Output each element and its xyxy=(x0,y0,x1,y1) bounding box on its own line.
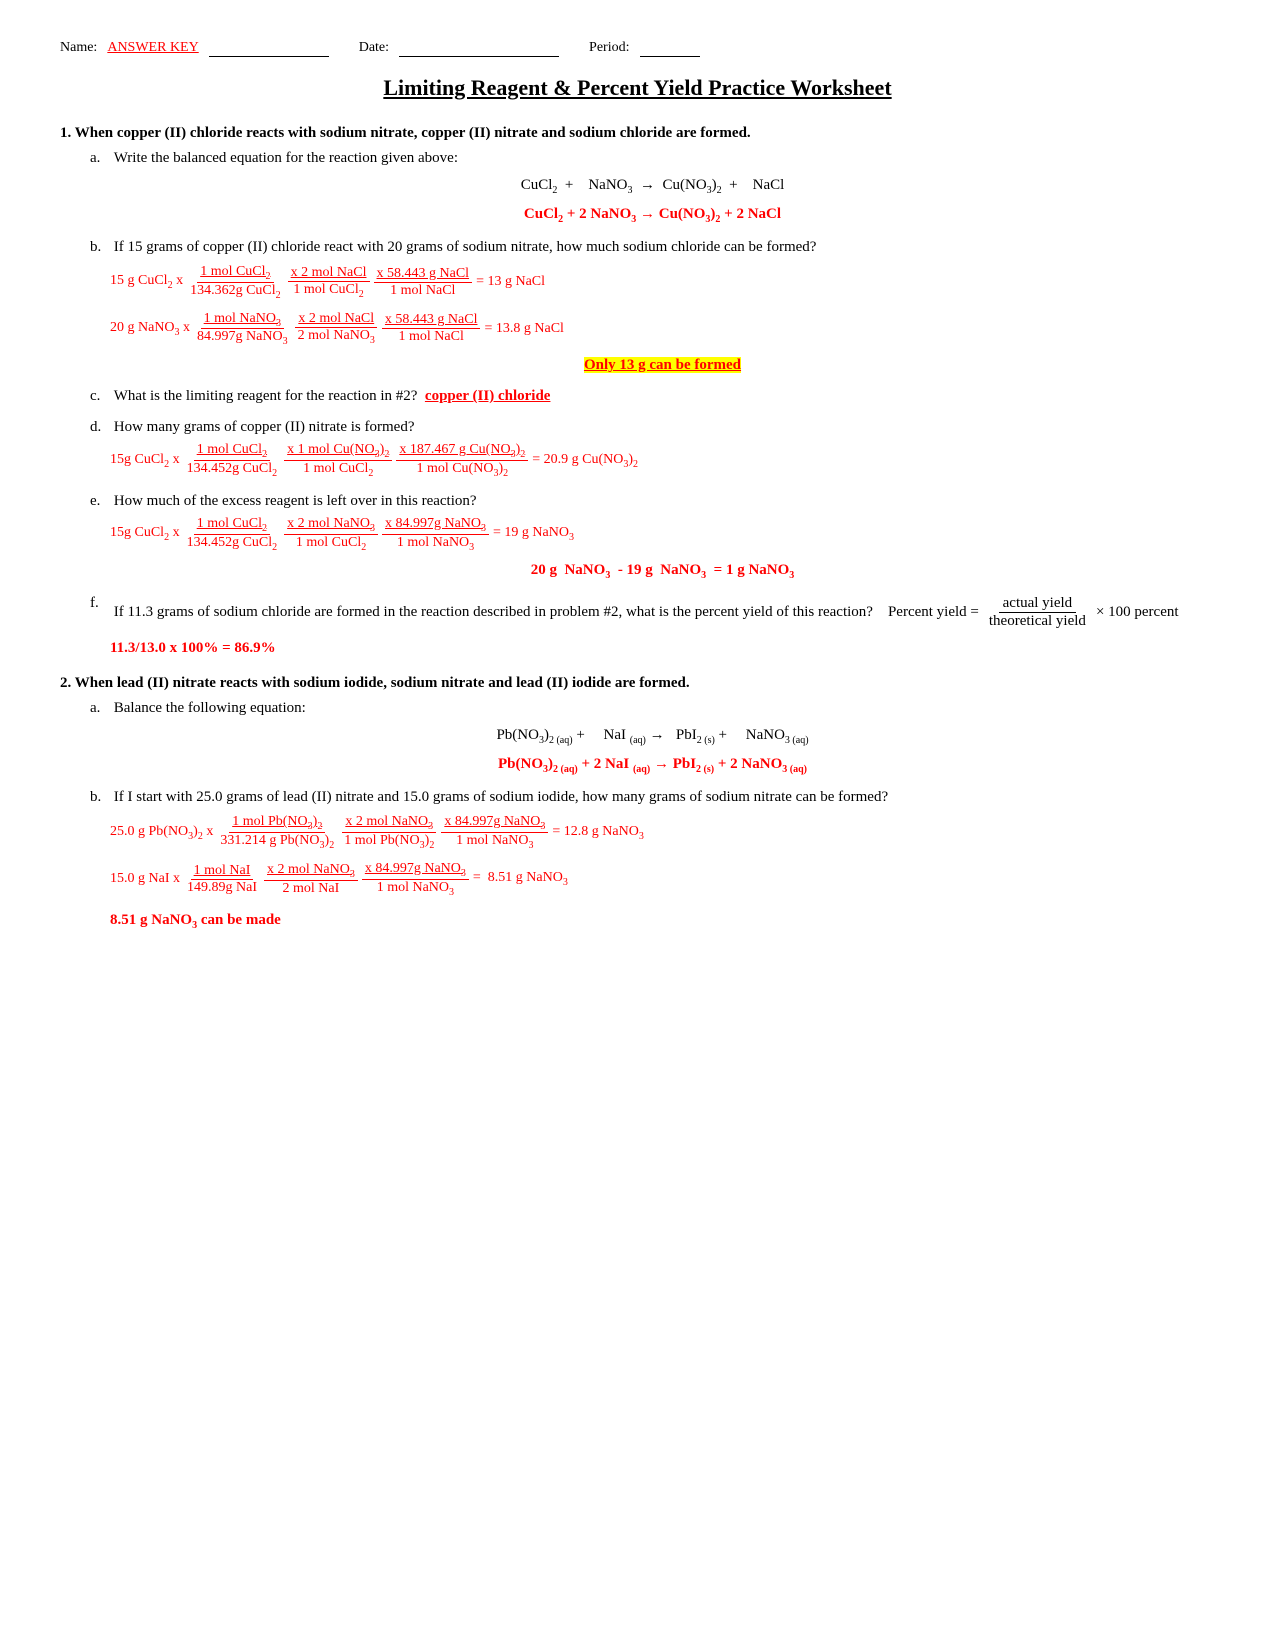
q2b-label: b. xyxy=(90,789,110,806)
q2-sub-a: a. Balance the following equation: Pb(NO… xyxy=(90,700,1215,775)
q1-sub-d: d. How many grams of copper (II) nitrate… xyxy=(90,419,1215,479)
q1-sub-e: e. How much of the excess reagent is lef… xyxy=(90,493,1215,582)
q1d-label: d. xyxy=(90,419,110,436)
q2a-text: Balance the following equation: xyxy=(114,700,1209,717)
q2b-text: If I start with 25.0 grams of lead (II) … xyxy=(114,789,1209,806)
q1e-subtraction: 20 g NaNO3 - 19 g NaNO3 = 1 g NaNO3 xyxy=(110,562,1215,581)
q1c-label: c. xyxy=(90,388,110,405)
q2b-answer: 8.51 g NaNO3 can be made xyxy=(110,912,1215,931)
q1f-answer: 11.3/13.0 x 100% = 86.9% xyxy=(110,640,1215,657)
q1d-calc: 15g CuCl2 x 1 mol CuCl2 134.452g CuCl2 x… xyxy=(110,442,1215,479)
q2-title: 2. When lead (II) nitrate reacts with so… xyxy=(60,675,1215,692)
percent-yield-formula: Percent yield = actual yield theoretical… xyxy=(888,595,1179,630)
q2b-calc1: 25.0 g Pb(NO3)2 x 1 mol Pb(NO3)2 331.214… xyxy=(110,814,1215,851)
q1e-label: e. xyxy=(90,493,110,510)
period-label: Period: xyxy=(589,40,629,56)
q1b-label: b. xyxy=(90,239,110,256)
q1f-label: f. xyxy=(90,595,110,612)
question-2: 2. When lead (II) nitrate reacts with so… xyxy=(60,675,1215,930)
q1a-label: a. xyxy=(90,150,110,167)
q1-sub-a: a. Write the balanced equation for the r… xyxy=(90,150,1215,225)
q1e-text: How much of the excess reagent is left o… xyxy=(114,493,1209,510)
name-label: Name: xyxy=(60,40,97,56)
q2-sub-b: b. If I start with 25.0 grams of lead (I… xyxy=(90,789,1215,930)
q1e-calc: 15g CuCl2 x 1 mol CuCl2 134.452g CuCl2 x… xyxy=(110,516,1215,553)
header: Name: ANSWER KEY Date: Period: xyxy=(60,40,1215,57)
question-1: 1. When copper (II) chloride reacts with… xyxy=(60,125,1215,657)
q1b-answer: Only 13 g can be formed xyxy=(110,357,1215,374)
page-title: Limiting Reagent & Percent Yield Practic… xyxy=(60,75,1215,101)
date-label: Date: xyxy=(359,40,389,56)
q1-sub-b: b. If 15 grams of copper (II) chloride r… xyxy=(90,239,1215,374)
q1b-calc1: 15 g CuCl2 x 1 mol CuCl2 134.362g CuCl2 … xyxy=(110,264,1215,301)
q1d-text: How many grams of copper (II) nitrate is… xyxy=(114,419,1209,436)
q2b-calc2: 15.0 g NaI x 1 mol NaI 149.89g NaI x 2 m… xyxy=(110,861,1215,898)
q2-eq-balanced: Pb(NO3)2 (aq) + 2 NaI (aq) → PbI2 (s) + … xyxy=(90,756,1215,775)
q1b-calc2: 20 g NaNO3 x 1 mol NaNO3 84.997g NaNO3 x… xyxy=(110,311,1215,348)
q1-sub-c: c. What is the limiting reagent for the … xyxy=(90,388,1215,405)
q1c-text: What is the limiting reagent for the rea… xyxy=(114,388,1209,405)
q2a-label: a. xyxy=(90,700,110,717)
q2-eq-unbalanced: Pb(NO3)2 (aq) + NaI (aq) → PbI2 (s) + Na… xyxy=(90,727,1215,746)
q1-eq-unbalanced: CuCl2 + NaNO3 → Cu(NO3)2 + NaCl xyxy=(90,177,1215,196)
q1-sub-f: f. If 11.3 grams of sodium chloride are … xyxy=(90,595,1215,657)
q1-eq-balanced: CuCl2 + 2 NaNO3 → Cu(NO3)2 + 2 NaCl xyxy=(90,206,1215,225)
q1f-text: If 11.3 grams of sodium chloride are for… xyxy=(114,595,1209,630)
q1a-text: Write the balanced equation for the reac… xyxy=(114,150,1209,167)
answer-key: ANSWER KEY xyxy=(107,40,198,56)
q1-title: 1. When copper (II) chloride reacts with… xyxy=(60,125,1215,142)
q1b-text: If 15 grams of copper (II) chloride reac… xyxy=(114,239,1209,256)
